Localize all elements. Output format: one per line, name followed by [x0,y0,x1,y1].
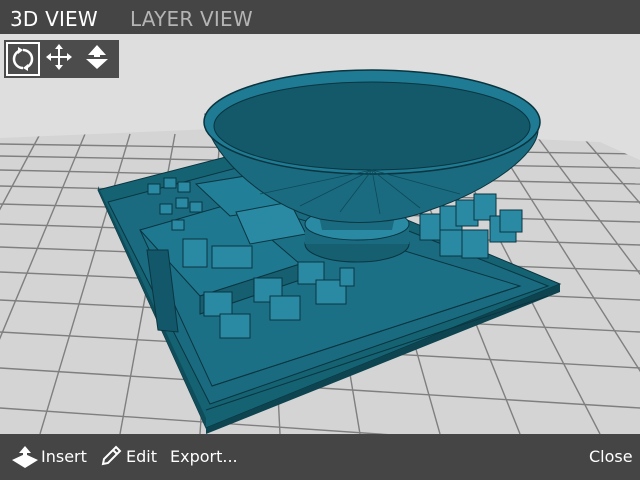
close-label: Close [589,447,633,466]
edit-button[interactable]: Edit [100,445,160,469]
app-window: 3D VIEW LAYER VIEW Insert Edit Export...… [0,0,640,480]
edit-label: Edit [126,447,157,466]
3d-scene[interactable] [0,34,640,434]
insert-button[interactable]: Insert [8,446,87,469]
tab-layer-view[interactable]: LAYER VIEW [130,7,253,31]
rotate-tool-button[interactable] [6,42,40,76]
insert-label: Insert [41,447,87,466]
top-bar: 3D VIEW LAYER VIEW [0,0,640,34]
export-label: Export... [170,447,238,466]
view-tools-panel [4,40,119,78]
bottom-bar: Insert Edit Export... Close [0,434,640,480]
zoom-tool-button[interactable] [82,42,116,76]
export-button[interactable]: Export... [170,447,238,469]
move-arrows-icon [46,44,72,70]
pencil-icon [101,445,122,466]
zoom-arrows-icon [86,45,108,69]
tab-3d-view[interactable]: 3D VIEW [10,7,98,31]
close-button[interactable]: Close [589,447,635,469]
insert-icon [12,446,38,468]
pan-tool-button[interactable] [44,42,78,76]
rotate-icon [12,47,34,71]
3d-viewport[interactable] [0,34,640,434]
